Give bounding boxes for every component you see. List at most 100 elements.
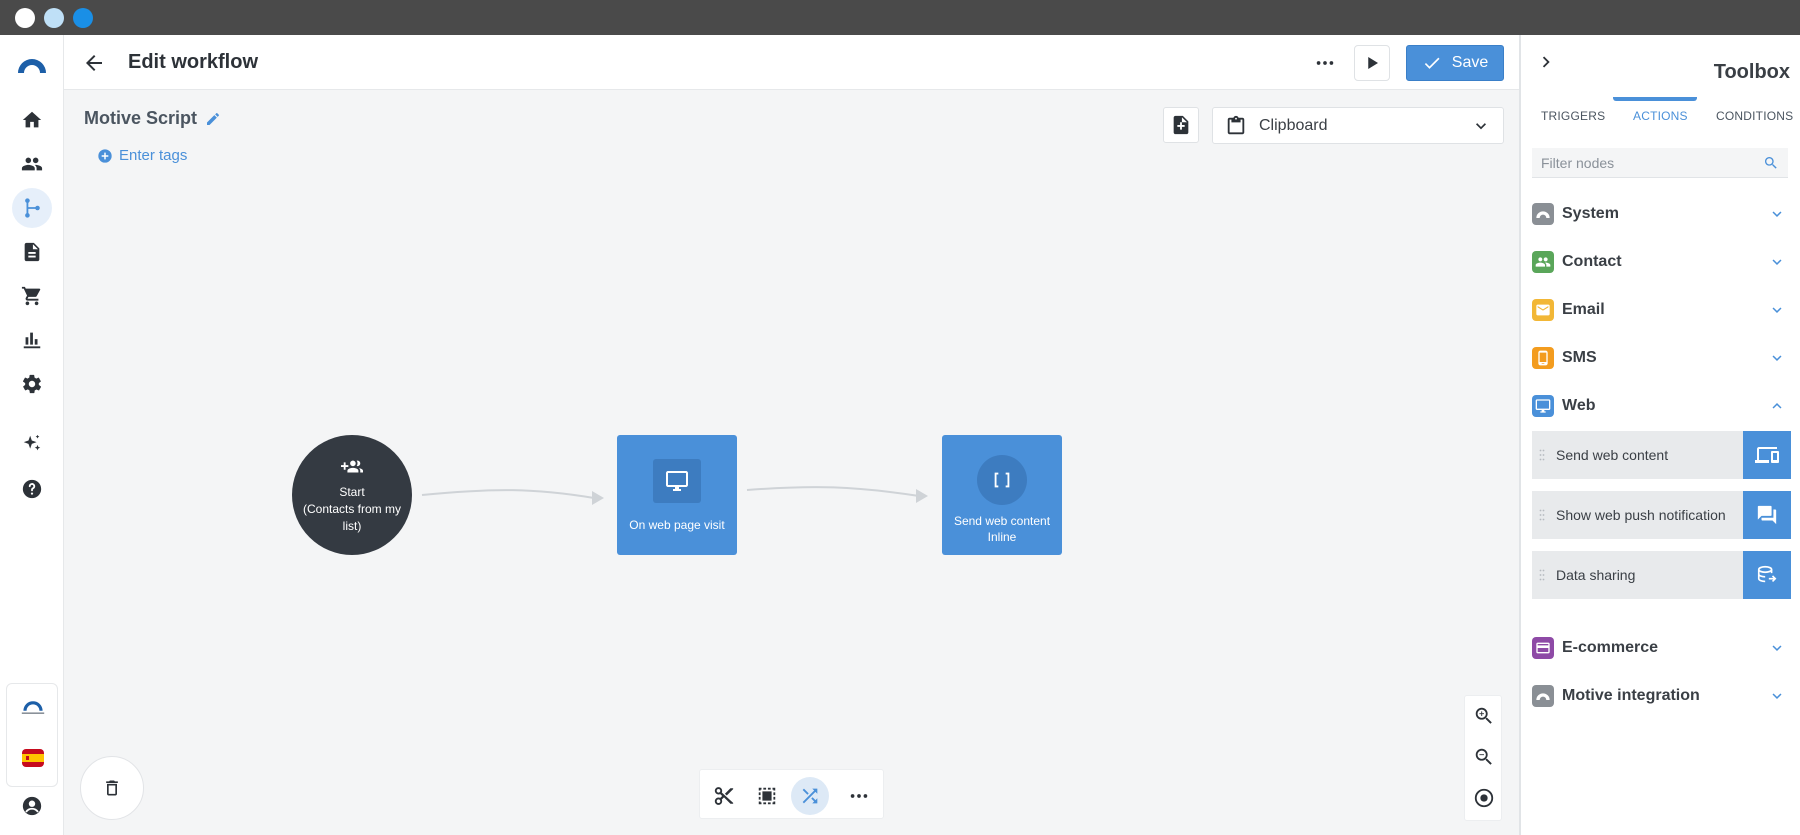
drag-handle-icon[interactable] [1532, 508, 1552, 522]
center-focus-icon [1474, 788, 1494, 808]
tab-triggers[interactable]: TRIGGERS [1541, 109, 1605, 123]
action-data-sharing[interactable]: Data sharing [1532, 551, 1791, 599]
page-header: Edit workflow Save [64, 35, 1519, 90]
chevron-down-icon [1772, 307, 1782, 313]
cart-icon [21, 286, 41, 306]
nav-content[interactable] [12, 232, 52, 272]
category-ecommerce[interactable]: E-commerce [1532, 632, 1790, 664]
chevron-down-icon [1772, 211, 1782, 217]
gear-icon [22, 374, 42, 394]
action-label: Send web content [1556, 447, 1669, 463]
category-web[interactable]: Web [1532, 390, 1790, 422]
chevron-down-icon [1772, 693, 1782, 699]
window-minimize-button[interactable] [44, 8, 64, 28]
select-area-button[interactable] [748, 777, 786, 815]
clipboard-dropdown[interactable]: Clipboard [1212, 107, 1504, 144]
nav-settings[interactable] [12, 364, 52, 404]
arrowhead-1 [592, 491, 604, 505]
nav-ecommerce[interactable] [12, 276, 52, 316]
center-view-button[interactable] [1470, 784, 1498, 812]
app-logo[interactable] [12, 45, 52, 85]
save-button[interactable]: Save [1406, 45, 1504, 81]
tab-conditions[interactable]: CONDITIONS [1716, 109, 1793, 123]
category-system[interactable]: System [1532, 198, 1790, 230]
cut-button[interactable] [705, 777, 743, 815]
node-send-web-content[interactable]: Send web content Inline [942, 435, 1062, 555]
contact-icon [1532, 251, 1554, 273]
category-label: System [1562, 205, 1619, 222]
action-show-web-push-notification[interactable]: Show web push notification [1532, 491, 1791, 539]
trash-icon [106, 780, 118, 796]
nav-help[interactable] [12, 469, 52, 509]
note-add-icon [1173, 115, 1189, 135]
company-logo-icon [21, 701, 45, 714]
category-sms[interactable]: SMS [1532, 342, 1790, 374]
window-close-button[interactable] [15, 8, 35, 28]
action-label: Show web push notification [1556, 507, 1726, 523]
zoom-controls [1464, 695, 1502, 821]
account-switcher[interactable] [6, 683, 58, 787]
nav-profile[interactable] [12, 786, 52, 826]
category-email[interactable]: Email [1532, 294, 1790, 326]
node-send-web-content-title: Send web content [953, 514, 1051, 528]
category-label: Web [1562, 397, 1596, 414]
toolbar-more-button[interactable] [840, 777, 878, 815]
pencil-icon[interactable] [205, 111, 221, 127]
drag-handle-icon[interactable] [1532, 448, 1552, 462]
document-icon [24, 242, 40, 262]
node-on-web-page-visit[interactable]: On web page visit [617, 435, 737, 555]
save-button-label: Save [1451, 54, 1489, 71]
drag-handle-icon[interactable] [1532, 568, 1552, 582]
help-icon [22, 479, 42, 499]
sparkle-icon [23, 434, 41, 451]
category-label: Contact [1562, 253, 1622, 270]
node-icon-container [653, 459, 701, 503]
test-run-button[interactable] [1354, 45, 1390, 81]
nav-home[interactable] [12, 100, 52, 140]
scissors-icon [714, 787, 734, 805]
node-on-web-page-visit-label: On web page visit [629, 518, 725, 532]
spain-flag-icon [22, 749, 44, 767]
credit-card-icon [1532, 637, 1554, 659]
zoom-out-button[interactable] [1470, 743, 1498, 771]
more-horizontal-icon [850, 794, 868, 798]
action-send-web-content[interactable]: Send web content [1532, 431, 1791, 479]
workflow-canvas[interactable]: Motive Script Enter tags Clipboard Start… [64, 90, 1519, 835]
phone-icon [1532, 347, 1554, 369]
node-icon-container [977, 455, 1027, 505]
zoom-in-button[interactable] [1470, 702, 1498, 730]
search-icon[interactable] [1763, 155, 1779, 171]
node-connectors [421, 486, 928, 505]
envelope-icon [1532, 299, 1554, 321]
more-options-button[interactable] [1311, 49, 1339, 77]
connector-start-to-visit [421, 489, 595, 499]
window-maximize-button[interactable] [73, 8, 93, 28]
tab-actions[interactable]: ACTIONS [1633, 109, 1688, 123]
workflow-name-text: Motive Script [84, 108, 198, 128]
node-start[interactable]: Start (Contacts from my list) [292, 435, 412, 555]
category-motive-integration[interactable]: Motive integration [1532, 680, 1790, 712]
filter-nodes-input[interactable] [1541, 154, 1763, 171]
shuffle-icon [802, 788, 818, 804]
node-send-web-content-subtitle: Inline [987, 530, 1017, 544]
data-share-icon [1743, 551, 1791, 599]
nav-analytics[interactable] [12, 320, 52, 360]
user-avatar-icon [22, 796, 42, 816]
category-contact[interactable]: Contact [1532, 246, 1790, 278]
nav-workflows[interactable] [12, 188, 52, 228]
add-note-button[interactable] [1163, 107, 1199, 143]
nav-contacts[interactable] [12, 144, 52, 184]
bar-chart-icon [23, 332, 41, 349]
back-arrow-icon[interactable] [82, 51, 106, 75]
filter-nodes-field [1532, 148, 1788, 178]
category-label: Motive integration [1562, 687, 1700, 704]
category-label: E-commerce [1562, 639, 1659, 656]
auto-layout-button[interactable] [791, 777, 829, 815]
enter-tags-link[interactable]: Enter tags [97, 147, 187, 164]
chevron-down-icon [1772, 355, 1782, 361]
delete-button[interactable] [80, 756, 144, 820]
more-horizontal-icon [1316, 61, 1334, 65]
nav-ai[interactable] [12, 424, 52, 464]
node-start-title: Start [339, 484, 365, 499]
chevron-right-icon[interactable] [1535, 51, 1557, 73]
